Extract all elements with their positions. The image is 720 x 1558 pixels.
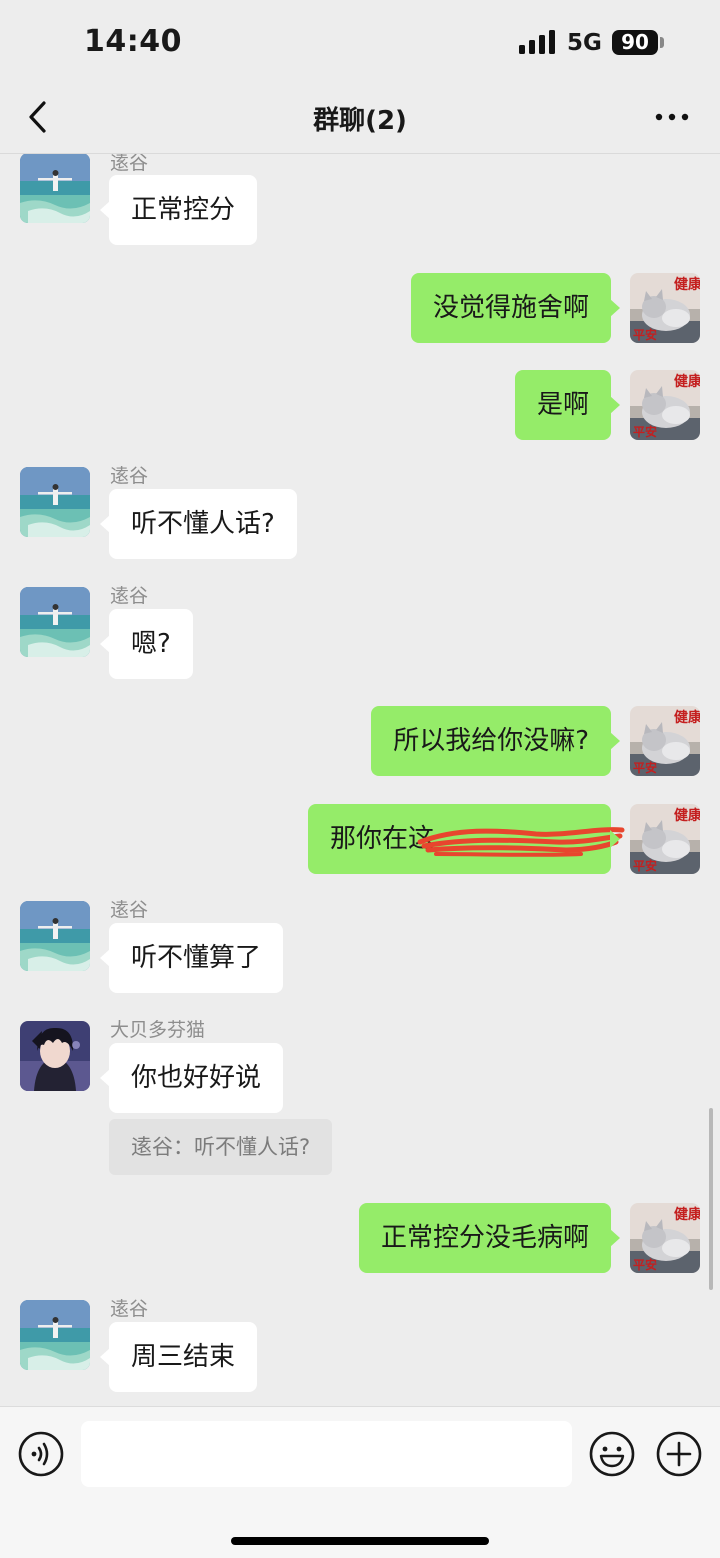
avatar[interactable]	[20, 467, 90, 537]
incoming-message[interactable]: 你也好好说	[99, 1043, 284, 1113]
avatar[interactable]	[630, 370, 700, 440]
network-label: 5G	[567, 30, 602, 56]
scrollbar[interactable]	[709, 1108, 713, 1290]
avatar[interactable]	[20, 1021, 90, 1091]
battery-icon: 90	[612, 30, 658, 55]
avatar[interactable]	[630, 706, 700, 776]
outgoing-message[interactable]: 所以我给你没嘛?	[371, 706, 620, 776]
message-input[interactable]	[81, 1421, 572, 1487]
sender-name: 逺谷	[110, 465, 149, 487]
outgoing-message[interactable]: 没觉得施舍啊	[410, 273, 621, 343]
sender-name: 逺谷	[110, 1298, 149, 1320]
redaction-scribble	[417, 827, 625, 857]
chat-header: 群聊(2)	[0, 82, 720, 154]
avatar[interactable]	[20, 587, 90, 657]
status-bar: 14:40 5G 90	[0, 0, 720, 82]
sender-name: 逺谷	[110, 154, 149, 174]
outgoing-message[interactable]: 正常控分没毛病啊	[358, 1203, 621, 1273]
voice-icon[interactable]	[18, 1431, 64, 1477]
sender-name: 逺谷	[110, 585, 149, 607]
ellipsis-icon[interactable]	[652, 110, 692, 124]
chat-title[interactable]: 群聊(2)	[0, 100, 720, 137]
incoming-message[interactable]: 周三结束	[99, 1322, 258, 1392]
incoming-message[interactable]: 嗯?	[100, 609, 193, 679]
plus-circle-icon[interactable]	[656, 1431, 702, 1477]
quoted-message[interactable]: 逺谷：听不懂人话?	[109, 1119, 333, 1175]
input-bar	[0, 1406, 720, 1558]
message-list[interactable]: 逺谷 正常控分 没觉得施舍啊 是啊 逺谷 听不懂人话? 逺谷 嗯? 所以我给你没…	[0, 154, 720, 1406]
incoming-message[interactable]: 听不懂算了	[99, 923, 284, 993]
avatar[interactable]	[20, 901, 90, 971]
incoming-message[interactable]: 正常控分	[99, 175, 258, 245]
sender-name: 大贝多芬猫	[110, 1019, 206, 1041]
outgoing-message[interactable]: 那你在这	[308, 804, 625, 874]
emoji-icon[interactable]	[589, 1431, 635, 1477]
status-time: 14:40	[84, 24, 182, 59]
outgoing-message[interactable]: 是啊	[514, 370, 621, 440]
avatar[interactable]	[630, 804, 700, 874]
sender-name: 逺谷	[110, 899, 149, 921]
battery-tip	[660, 37, 664, 48]
home-indicator	[231, 1537, 489, 1545]
avatar[interactable]	[20, 154, 90, 223]
avatar[interactable]	[630, 1203, 700, 1273]
avatar[interactable]	[630, 273, 700, 343]
incoming-message[interactable]: 听不懂人话?	[100, 489, 297, 559]
signal-icon	[519, 30, 555, 54]
avatar[interactable]	[20, 1300, 90, 1370]
message-text: 那你在这	[330, 824, 435, 854]
